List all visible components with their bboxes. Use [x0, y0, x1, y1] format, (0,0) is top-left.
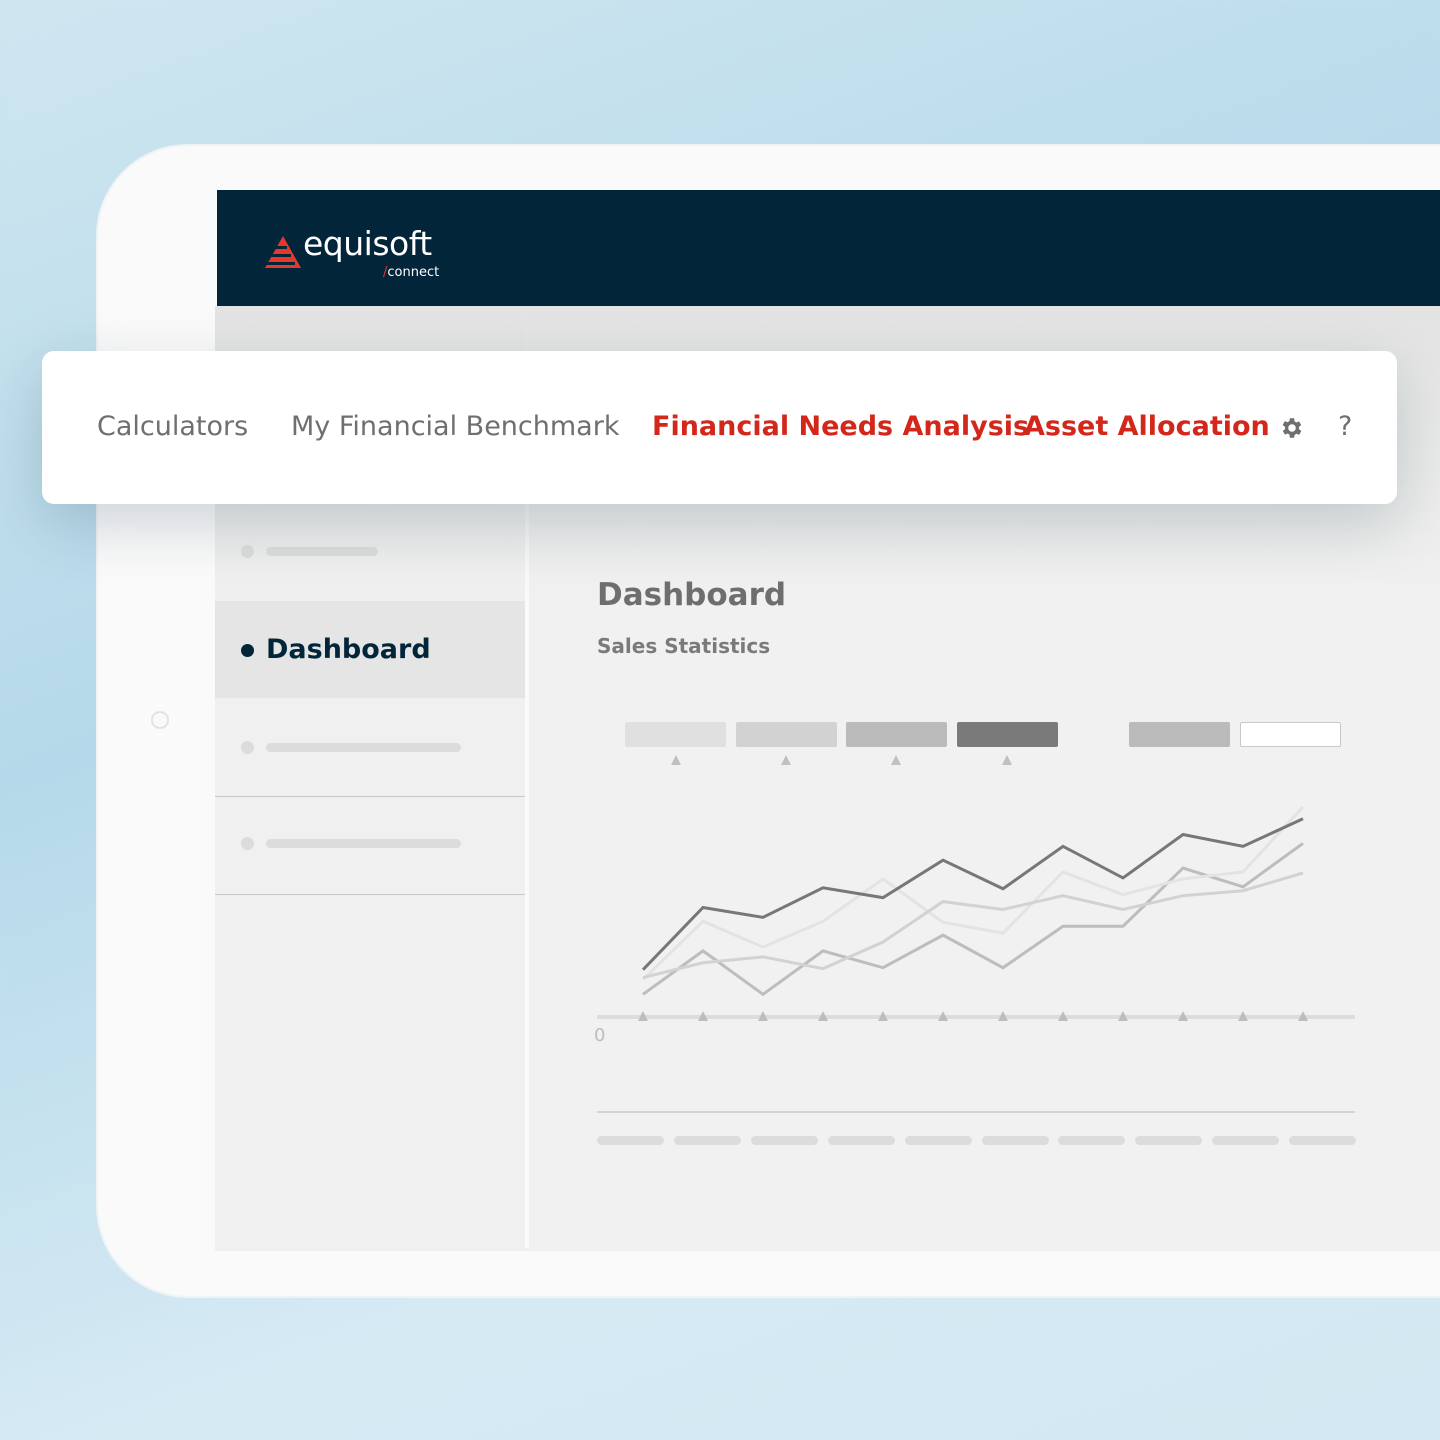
help-button[interactable]: ?	[1338, 411, 1352, 442]
sales-line-chart	[597, 805, 1355, 1021]
x-label-placeholder	[597, 1136, 664, 1145]
series-line-4	[642, 842, 1304, 997]
x-label-placeholder	[981, 1136, 1049, 1145]
chart-footer-line	[597, 1111, 1355, 1113]
x-label-placeholder	[1289, 1136, 1357, 1145]
series-line-3	[642, 871, 1304, 980]
x-label-placeholder	[1058, 1136, 1126, 1145]
gear-icon[interactable]	[1279, 415, 1305, 441]
x-label-placeholder	[904, 1136, 972, 1145]
x-label-placeholder	[1135, 1136, 1203, 1145]
nav-asset-allocation[interactable]: Asset Allocation	[1024, 411, 1270, 442]
nav-financial-needs-analysis[interactable]: Financial Needs Analysis	[652, 411, 1029, 442]
nav-my-financial-benchmark[interactable]: My Financial Benchmark	[291, 411, 619, 442]
x-label-placeholder	[750, 1136, 818, 1145]
x-label-placeholder	[1212, 1136, 1280, 1145]
y-tick-label: 0	[594, 1025, 606, 1046]
x-label-placeholder	[673, 1136, 741, 1145]
nav-calculators[interactable]: Calculators	[97, 411, 248, 442]
x-label-placeholder	[827, 1136, 895, 1145]
